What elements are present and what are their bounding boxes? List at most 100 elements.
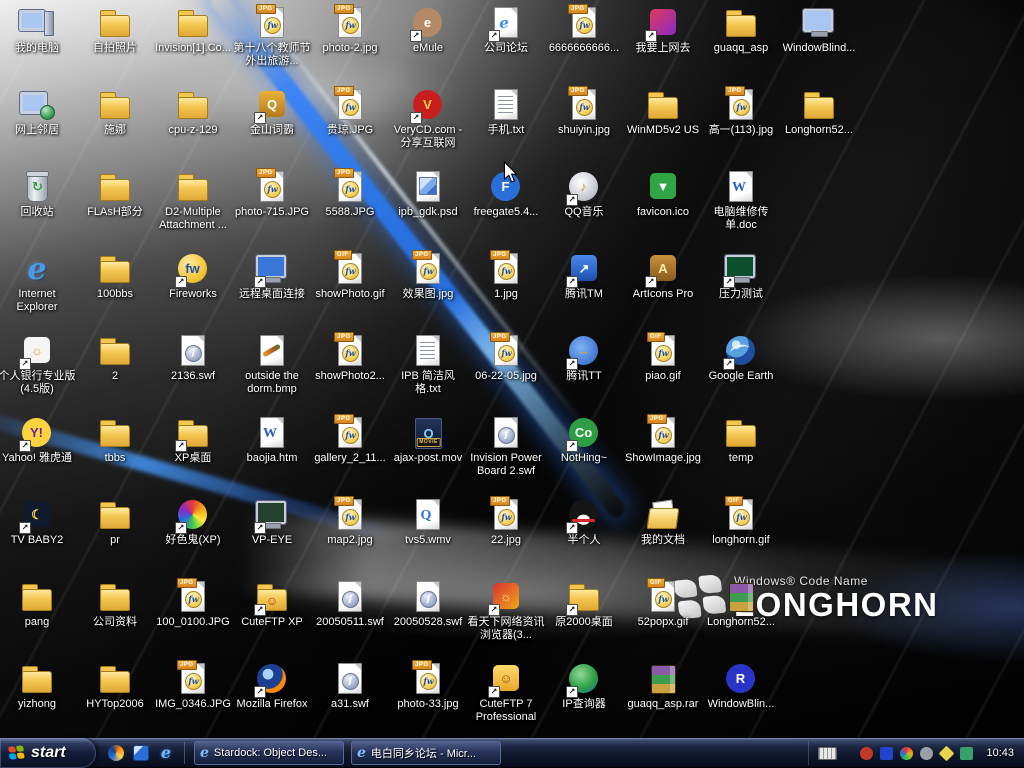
desktop-icon-rar-guaqq[interactable]: guaqq_asp.rar — [624, 662, 702, 711]
desktop-icon-jpg-gaoyi[interactable]: fwJPG高一(113).jpg — [702, 88, 780, 137]
desktop-icon-jpg-1000100[interactable]: fwJPG100_0100.JPG — [154, 580, 232, 629]
desktop-icon-company-forum[interactable]: e↗公司论坛 — [467, 6, 545, 55]
desktop-icon-jpg-guiqiong[interactable]: fwJPG贵琼.JPG — [311, 88, 389, 137]
desktop-icon-cuteftp-7[interactable]: ☺↗CuteFTP 7 Professional — [467, 662, 545, 724]
desktop-icon-google-earth[interactable]: ↗Google Earth — [702, 334, 780, 383]
desktop-icon-folder-xp-desktop[interactable]: ↗XP桌面 — [154, 416, 232, 465]
desktop-icon-swf-20050528[interactable]: f20050528.swf — [389, 580, 467, 629]
desktop-icon-swf-a31[interactable]: fa31.swf — [311, 662, 389, 711]
desktop-icon-jpg-img0346[interactable]: fwJPGIMG_0346.JPG — [154, 662, 232, 711]
quicklaunch-internet-explorer-icon[interactable]: e — [158, 745, 174, 761]
desktop[interactable]: Windows® Code Name LONGHORN 我的电脑自拍照片Invi… — [0, 0, 1024, 768]
start-button[interactable]: start — [0, 738, 96, 768]
desktop-icon-htm-baojia[interactable]: Wbaojia.htm — [233, 416, 311, 465]
desktop-icon-jpg-photo33[interactable]: fwJPGphoto-33.jpg — [389, 662, 467, 711]
quicklaunch-outlook-express-icon[interactable] — [133, 745, 149, 761]
desktop-icon-nothing[interactable]: Co↗NotHing~ — [545, 416, 623, 465]
desktop-icon-psd-ipbgdk[interactable]: ipb_gdk.psd — [389, 170, 467, 219]
desktop-icon-kingsoft-dict[interactable]: Q↗金山词霸 — [233, 88, 311, 137]
desktop-icon-windowblinds-r[interactable]: RWindowBlin... — [702, 662, 780, 711]
desktop-icon-folder-winmd5[interactable]: WinMD5v2 US — [624, 88, 702, 137]
desktop-icon-network-places[interactable]: 网上邻居 — [0, 88, 76, 137]
desktop-icon-folder-100bbs[interactable]: 100bbs — [76, 252, 154, 301]
desktop-icon-folder-tbbs[interactable]: tbbs — [76, 416, 154, 465]
desktop-icon-doc-repair[interactable]: W电脑维修传单.doc — [702, 170, 780, 232]
desktop-icon-qq-bangeren[interactable]: ↗半个人 — [545, 498, 623, 547]
tray-messenger-icon[interactable] — [900, 747, 913, 760]
desktop-icon-cuteftp-xp[interactable]: ☺↗CuteFTP XP — [233, 580, 311, 629]
desktop-icon-folder-temp[interactable]: temp — [702, 416, 780, 465]
desktop-icon-favicon[interactable]: ▼favicon.ico — [624, 170, 702, 219]
tray-skin-theme-icon[interactable] — [860, 747, 873, 760]
desktop-icon-swf-ipb2[interactable]: fInvision Power Board 2.swf — [467, 416, 545, 478]
taskbar-task-2[interactable]: e电白同乡论坛 - Micr... — [351, 741, 501, 765]
desktop-icon-tencent-tm[interactable]: ↗↗腾讯TM — [545, 252, 623, 301]
tray-media-icon[interactable] — [960, 747, 973, 760]
desktop-icon-folder-cpuz[interactable]: cpu-z-129 — [154, 88, 232, 137]
desktop-icon-vp-eye[interactable]: ↗VP-EYE — [233, 498, 311, 547]
desktop-icon-emule[interactable]: e↗eMule — [389, 6, 467, 55]
desktop-icon-folder-yizhong[interactable]: yizhong — [0, 662, 76, 711]
desktop-icon-jpg-map2[interactable]: fwJPGmap2.jpg — [311, 498, 389, 547]
desktop-icon-folder-pr[interactable]: pr — [76, 498, 154, 547]
tray-notes-icon[interactable] — [939, 745, 955, 761]
desktop-icon-tv-baby2[interactable]: ☾↗TV BABY2 — [0, 498, 76, 547]
desktop-icon-jpg-photo715[interactable]: fwJPGphoto-715.JPG — [233, 170, 311, 219]
desktop-icon-qq-music[interactable]: ♪↗QQ音乐 — [545, 170, 623, 219]
desktop-icon-haosegui[interactable]: ↗好色鬼(XP) — [154, 498, 232, 547]
desktop-icon-txt-ipb[interactable]: IPB 简洁风格.txt — [389, 334, 467, 396]
desktop-icon-rar-longhorn52[interactable]: Longhorn52... — [702, 580, 780, 629]
desktop-icon-internet-explorer[interactable]: Internet Explorer — [0, 252, 76, 314]
desktop-icon-articons-pro[interactable]: A↗ArtIcons Pro — [624, 252, 702, 301]
desktop-icon-folder-2000desktop[interactable]: ↗原2000桌面 — [545, 580, 623, 629]
desktop-icon-go-online[interactable]: ↗我要上网去 — [624, 6, 702, 55]
desktop-icon-folder-company[interactable]: 公司资料 — [76, 580, 154, 629]
desktop-icon-folder-guaqq[interactable]: guaqq_asp — [702, 6, 780, 55]
taskbar-task-1[interactable]: eStardock: Object Des... — [194, 741, 344, 765]
desktop-icon-mozilla-firefox[interactable]: ↗Mozilla Firefox — [233, 662, 311, 711]
desktop-icon-folder-pang[interactable]: pang — [0, 580, 76, 629]
desktop-icon-remote-desktop[interactable]: ↗远程桌面连接 — [233, 252, 311, 301]
desktop-icon-jpg-6666[interactable]: fwJPG6666666666... — [545, 6, 623, 55]
desktop-icon-gif-showphoto[interactable]: fwGIFshowPhoto.gif — [311, 252, 389, 301]
tray-windowblinds-icon[interactable] — [880, 747, 893, 760]
desktop-icon-txt-shouji[interactable]: 手机.txt — [467, 88, 545, 137]
desktop-icon-folder-hytop[interactable]: HYTop2006 — [76, 662, 154, 711]
desktop-icon-my-computer[interactable]: 我的电脑 — [0, 6, 76, 55]
desktop-icon-folder-zipai[interactable]: 自拍照片 — [76, 6, 154, 55]
desktop-icon-folder-2[interactable]: 2 — [76, 334, 154, 383]
desktop-icon-mov-ajax[interactable]: QMOVIEajax-post.mov — [389, 416, 467, 465]
desktop-icon-yahoo-messenger[interactable]: Y!↗Yahoo! 雅虎通 — [0, 416, 76, 465]
keyboard-input-icon[interactable] — [818, 747, 837, 760]
desktop-icon-folder-flash[interactable]: FLAsH部分 — [76, 170, 154, 219]
desktop-icon-jpg-22[interactable]: fwJPG22.jpg — [467, 498, 545, 547]
desktop-icon-kantianxia[interactable]: ☼↗看天下网络资讯浏览器(3... — [467, 580, 545, 642]
desktop-icon-folder-shina[interactable]: 施娜 — [76, 88, 154, 137]
desktop-icon-jpg-062205[interactable]: fwJPG06-22-05.jpg — [467, 334, 545, 383]
desktop-icon-folder-d2[interactable]: D2-Multiple Attachment ... — [154, 170, 232, 232]
desktop-icon-tencent-tt[interactable]: →↗腾讯TT — [545, 334, 623, 383]
desktop-icon-folder-invision[interactable]: Invision[1].Co... — [154, 6, 232, 55]
desktop-icon-fireworks[interactable]: fw↗Fireworks — [154, 252, 232, 301]
desktop-icon-jpg-showimage[interactable]: fwJPGShowImage.jpg — [624, 416, 702, 465]
desktop-icon-gif-piao[interactable]: fwGIFpiao.gif — [624, 334, 702, 383]
desktop-icon-jpg-trip[interactable]: fwJPG第十八个教师节外出旅游... — [233, 6, 311, 68]
desktop-icon-bmp-dorm[interactable]: outside the dorm.bmp — [233, 334, 311, 396]
desktop-icon-recycle-bin[interactable]: 回收站 — [0, 170, 76, 219]
desktop-icon-gif-longhorn[interactable]: fwGIFlonghorn.gif — [702, 498, 780, 547]
desktop-icon-folder-longhorn52[interactable]: Longhorn52... — [780, 88, 858, 137]
desktop-icon-my-documents[interactable]: 我的文档 — [624, 498, 702, 547]
desktop-icon-jpg-xiaoguotu[interactable]: fwJPG效果图.jpg — [389, 252, 467, 301]
desktop-icon-jpg-shuiyin[interactable]: fwJPGshuiyin.jpg — [545, 88, 623, 137]
desktop-icon-jpg-1[interactable]: fwJPG1.jpg — [467, 252, 545, 301]
desktop-icon-wmv-tvs5[interactable]: Qtvs5.wmv — [389, 498, 467, 547]
desktop-icon-windowblinds-setup[interactable]: WindowBlind... — [780, 6, 858, 55]
desktop-icon-jpg-photo2[interactable]: fwJPGphoto-2.jpg — [311, 6, 389, 55]
desktop-icon-personal-bank[interactable]: ☼↗个人银行专业版(4.5版) — [0, 334, 76, 396]
desktop-icon-jpg-showphoto2[interactable]: fwJPGshowPhoto2... — [311, 334, 389, 383]
desktop-icon-jpg-5588[interactable]: fwJPG5588.JPG — [311, 170, 389, 219]
desktop-icon-verycd[interactable]: V↗VeryCD.com - 分享互联网 — [389, 88, 467, 150]
desktop-icon-ip-query[interactable]: ↗IP查询器 — [545, 662, 623, 711]
desktop-icon-jpg-gallery[interactable]: fwJPGgallery_2_11... — [311, 416, 389, 465]
tray-volume-icon[interactable] — [920, 747, 933, 760]
